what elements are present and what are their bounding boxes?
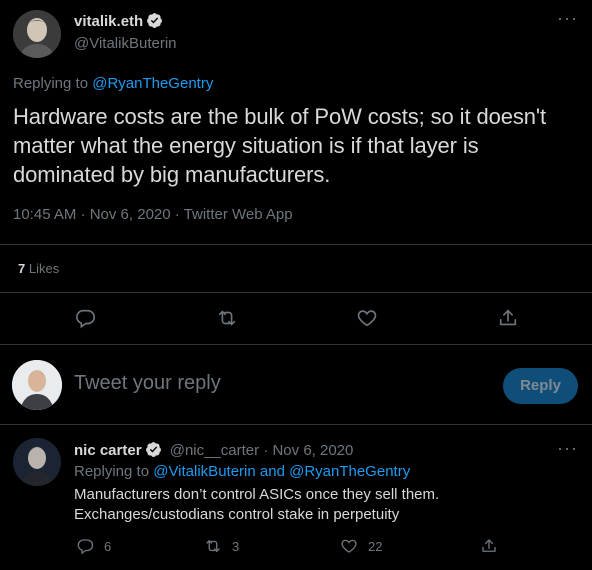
author-name-text[interactable]: vitalik.eth [74,13,143,30]
reply-more-options-icon[interactable]: ··· [557,439,578,457]
reply-input[interactable]: Tweet your reply [74,372,221,395]
likes-count: 7 [18,261,26,276]
retweet-icon [206,540,220,552]
reply-reply-action[interactable]: 6 [76,536,111,556]
verified-icon [147,13,163,28]
divider [0,424,592,425]
reply-like-count: 22 [368,538,383,554]
reply-text-line-2: Exchanges/custodians control stake in pe… [74,506,400,523]
reply-reply-count: 6 [104,538,112,554]
reply-author-handle-time[interactable]: @nic__carter · Nov 6, 2020 [170,442,354,459]
likes-label: Likes [28,261,60,276]
reply-like-action[interactable]: 22 [340,536,382,556]
reply-replying-prefix: Replying to [74,463,154,480]
reply-icon[interactable] [74,307,96,329]
verified-icon [145,442,161,457]
reply-share-action[interactable] [480,536,498,556]
reply-text: Manufacturers don’t control ASICs once t… [74,485,574,525]
author-avatar[interactable] [13,10,61,58]
reply-retweet-action[interactable]: 3 [204,536,239,556]
author-handle[interactable]: @VitalikButerin [74,35,177,52]
like-icon[interactable] [356,307,378,329]
author-name[interactable]: vitalik.eth [74,12,163,30]
divider [0,244,592,245]
reply-icon [77,539,94,555]
tweet-text: Hardware costs are the bulk of PoW costs… [13,104,547,187]
tweet-timestamp[interactable]: 10:45 AM · Nov 6, 2020 · Twitter Web App [13,206,293,223]
reply-replying-to-link-2[interactable]: @RyanTheGentry [289,463,410,480]
likes-stat[interactable]: 7 Likes [18,261,59,276]
replying-to-link[interactable]: @RyanTheGentry [92,75,213,92]
replying-to: Replying to @RyanTheGentry [13,75,213,92]
user-avatar[interactable] [12,360,62,410]
reply-replying-to-link-1[interactable]: @VitalikButerin [153,463,256,480]
reply-author-header: nic carter @nic__carter · Nov 6, 2020 [74,441,353,459]
reply-author-avatar[interactable] [13,438,61,486]
reply-author-name[interactable]: nic carter [74,442,142,459]
reply-retweet-count: 3 [232,538,240,554]
divider [0,344,592,345]
share-icon [482,539,496,552]
replying-prefix: Replying to [13,75,93,92]
reply-replying-to: Replying to @VitalikButerin and @RyanThe… [74,463,410,480]
reply-button[interactable]: Reply [503,368,578,404]
more-options-icon[interactable]: ··· [557,9,581,28]
divider [0,292,592,293]
reply-text-line-1: Manufacturers don’t control ASICs once t… [74,486,440,503]
share-icon[interactable] [497,307,519,329]
reply-replying-and: and [255,463,290,480]
retweet-icon[interactable] [216,307,238,329]
like-icon [341,539,357,553]
